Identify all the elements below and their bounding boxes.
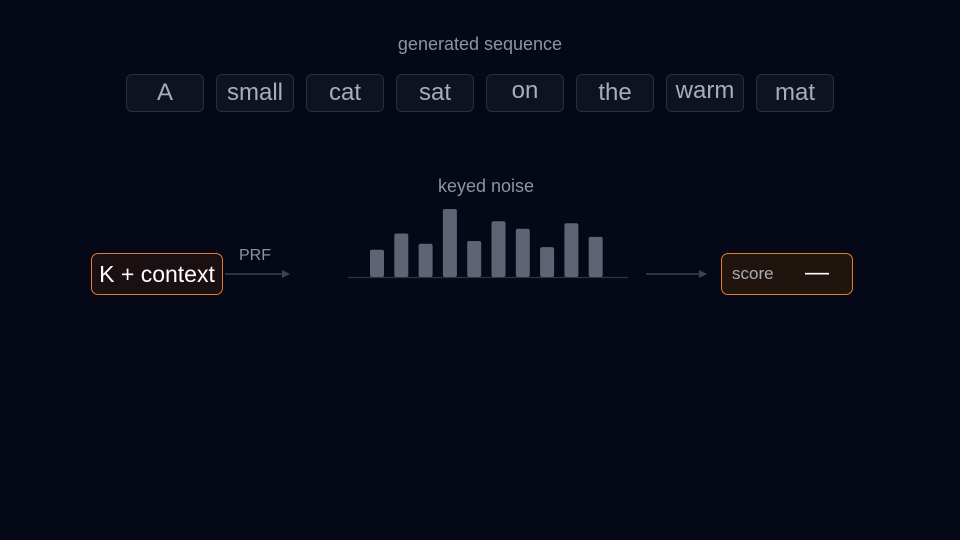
noise-bar [394, 233, 409, 277]
key-context-label: K + context [99, 260, 215, 287]
diagram-canvas: generated sequence A small cat sat on th… [0, 0, 960, 540]
token-chip: small [216, 74, 294, 112]
score-box: score — [721, 253, 853, 295]
score-value: — [805, 259, 829, 286]
key-context-box: K + context [91, 253, 223, 295]
noise-bars [370, 209, 603, 277]
token-chip: warm [666, 74, 744, 112]
score-label: score [732, 264, 774, 283]
token-chip: mat [756, 74, 834, 112]
token-text: the [598, 79, 632, 106]
noise-bar [467, 241, 482, 277]
token-text: sat [418, 79, 451, 106]
token-text: small [226, 79, 283, 106]
token-text: cat [328, 79, 361, 106]
token-text: on [511, 77, 539, 104]
noise-bar [442, 209, 457, 277]
noise-bar [370, 249, 384, 277]
noise-bar [588, 236, 603, 277]
token-chip: sat [396, 74, 474, 112]
prf-label: PRF [239, 247, 271, 264]
token-text: warm [675, 77, 735, 104]
token-chip: on [486, 74, 564, 112]
noise-bar [564, 223, 579, 277]
noise-bar [540, 247, 555, 277]
sequence-title: generated sequence [397, 34, 563, 54]
noise-title: keyed noise [437, 176, 535, 196]
noise-bar [515, 228, 530, 277]
noise-bar [418, 243, 433, 277]
token-text: mat [774, 79, 815, 106]
token-chip: the [576, 74, 654, 112]
token-text: A [156, 79, 173, 106]
token-chip: A [126, 74, 204, 112]
token-chip: cat [306, 74, 384, 112]
noise-bar [491, 221, 506, 277]
